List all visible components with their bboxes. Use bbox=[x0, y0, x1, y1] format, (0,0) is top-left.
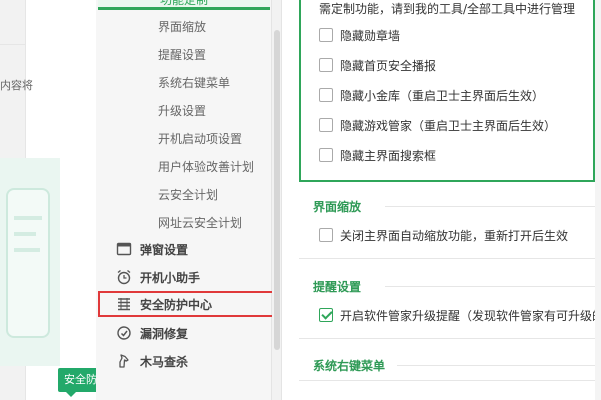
option-label: 隐藏主界面搜索框 bbox=[340, 149, 437, 163]
sidebar-item-ui-zoom[interactable]: 界面缩放 bbox=[158, 18, 206, 35]
content-scrollbar[interactable] bbox=[595, 0, 601, 400]
sidebar-item-upgrade-settings[interactable]: 升级设置 bbox=[158, 102, 206, 119]
checkbox[interactable] bbox=[319, 148, 333, 162]
security-center-badge[interactable]: 安全防 bbox=[58, 368, 98, 392]
trojan-horse-icon bbox=[119, 354, 129, 368]
sidebar-category-startup-assistant[interactable]: 开机小助手 bbox=[98, 264, 270, 290]
sidebar-item-startup-settings[interactable]: 开机启动项设置 bbox=[158, 130, 242, 147]
sidebar-active-category-label: 功能定制 bbox=[160, 0, 209, 7]
option-label: 隐藏首页安全播报 bbox=[340, 59, 437, 73]
section-title-context-menu: 系统右键菜单 bbox=[313, 359, 386, 373]
divider bbox=[299, 258, 595, 259]
option-label: 开启软件管家升级提醒（发现软件管家有可升级的 bbox=[340, 309, 601, 323]
checkbox[interactable] bbox=[319, 28, 333, 42]
checkbox[interactable] bbox=[319, 228, 333, 242]
option-label: 隐藏勋章墙 bbox=[340, 29, 401, 43]
option-label: 隐藏游戏管家（重启卫士主界面后生效） bbox=[340, 119, 557, 133]
section-title-reminder-settings: 提醒设置 bbox=[313, 280, 362, 294]
sidebar-item-ux-plan[interactable]: 用户体验改善计划 bbox=[158, 158, 254, 175]
sidebar-item-cloud-security[interactable]: 云安全计划 bbox=[158, 186, 218, 203]
divider bbox=[385, 286, 601, 287]
checkbox[interactable] bbox=[319, 88, 333, 102]
sidebar-category-vulnerability-fix[interactable]: 漏洞修复 bbox=[98, 320, 270, 346]
option-label: 关闭主界面自动缩放功能，重新打开后生效 bbox=[340, 229, 569, 243]
background-illustration bbox=[0, 158, 60, 366]
sidebar-scrollbar[interactable] bbox=[272, 0, 282, 400]
sidebar-category-trojan-scan[interactable]: 木马查杀 bbox=[98, 348, 270, 374]
shield-grid-icon bbox=[118, 298, 130, 311]
sidebar-item-url-cloud-security[interactable]: 网址云安全计划 bbox=[158, 214, 242, 231]
divider bbox=[299, 338, 595, 339]
sidebar-item-context-menu[interactable]: 系统右键菜单 bbox=[158, 74, 230, 91]
settings-sidebar: 功能定制 界面缩放 提醒设置 系统右键菜单 升级设置 开机启动项设置 用户体验改… bbox=[96, 0, 280, 400]
sidebar-active-category[interactable]: 功能定制 bbox=[98, 0, 270, 10]
checkbox[interactable] bbox=[319, 118, 333, 132]
settings-window: 功能定制 界面缩放 提醒设置 系统右键菜单 升级设置 开机启动项设置 用户体验改… bbox=[96, 0, 601, 400]
sidebar-category-security-center[interactable]: 安全防护中心 bbox=[98, 291, 280, 317]
patch-icon bbox=[117, 326, 131, 340]
alarm-clock-icon bbox=[117, 269, 131, 285]
window-icon bbox=[116, 242, 132, 256]
background-app: 内容将 安全防 bbox=[0, 0, 98, 400]
option-label: 隐藏小金库（重启卫士主界面后生效） bbox=[340, 89, 545, 103]
sidebar-item-reminder-settings[interactable]: 提醒设置 bbox=[158, 46, 206, 63]
sidebar-category-label: 开机小助手 bbox=[140, 271, 201, 285]
background-partial-text: 内容将 bbox=[0, 79, 33, 92]
checkbox-checked[interactable] bbox=[319, 308, 333, 322]
checkbox[interactable] bbox=[319, 58, 333, 72]
divider bbox=[299, 380, 595, 381]
divider bbox=[397, 365, 601, 366]
sidebar-category-label: 弹窗设置 bbox=[140, 243, 189, 257]
sidebar-category-label: 安全防护中心 bbox=[140, 298, 213, 312]
divider bbox=[385, 206, 601, 207]
sidebar-category-label: 木马查杀 bbox=[140, 355, 189, 369]
sidebar-category-popup-settings[interactable]: 弹窗设置 bbox=[98, 236, 270, 262]
customize-note: 需定制功能，请到我的工具/全部工具中进行管理 bbox=[319, 2, 576, 16]
settings-content: 需定制功能，请到我的工具/全部工具中进行管理 隐藏勋章墙 隐藏首页安全播报 隐藏… bbox=[283, 0, 601, 400]
sidebar-scrollbar-thumb[interactable] bbox=[274, 30, 280, 350]
divider bbox=[0, 44, 26, 45]
sidebar-category-label: 漏洞修复 bbox=[140, 327, 189, 341]
badge-pointer bbox=[66, 392, 76, 397]
section-title-ui-zoom: 界面缩放 bbox=[313, 200, 362, 214]
